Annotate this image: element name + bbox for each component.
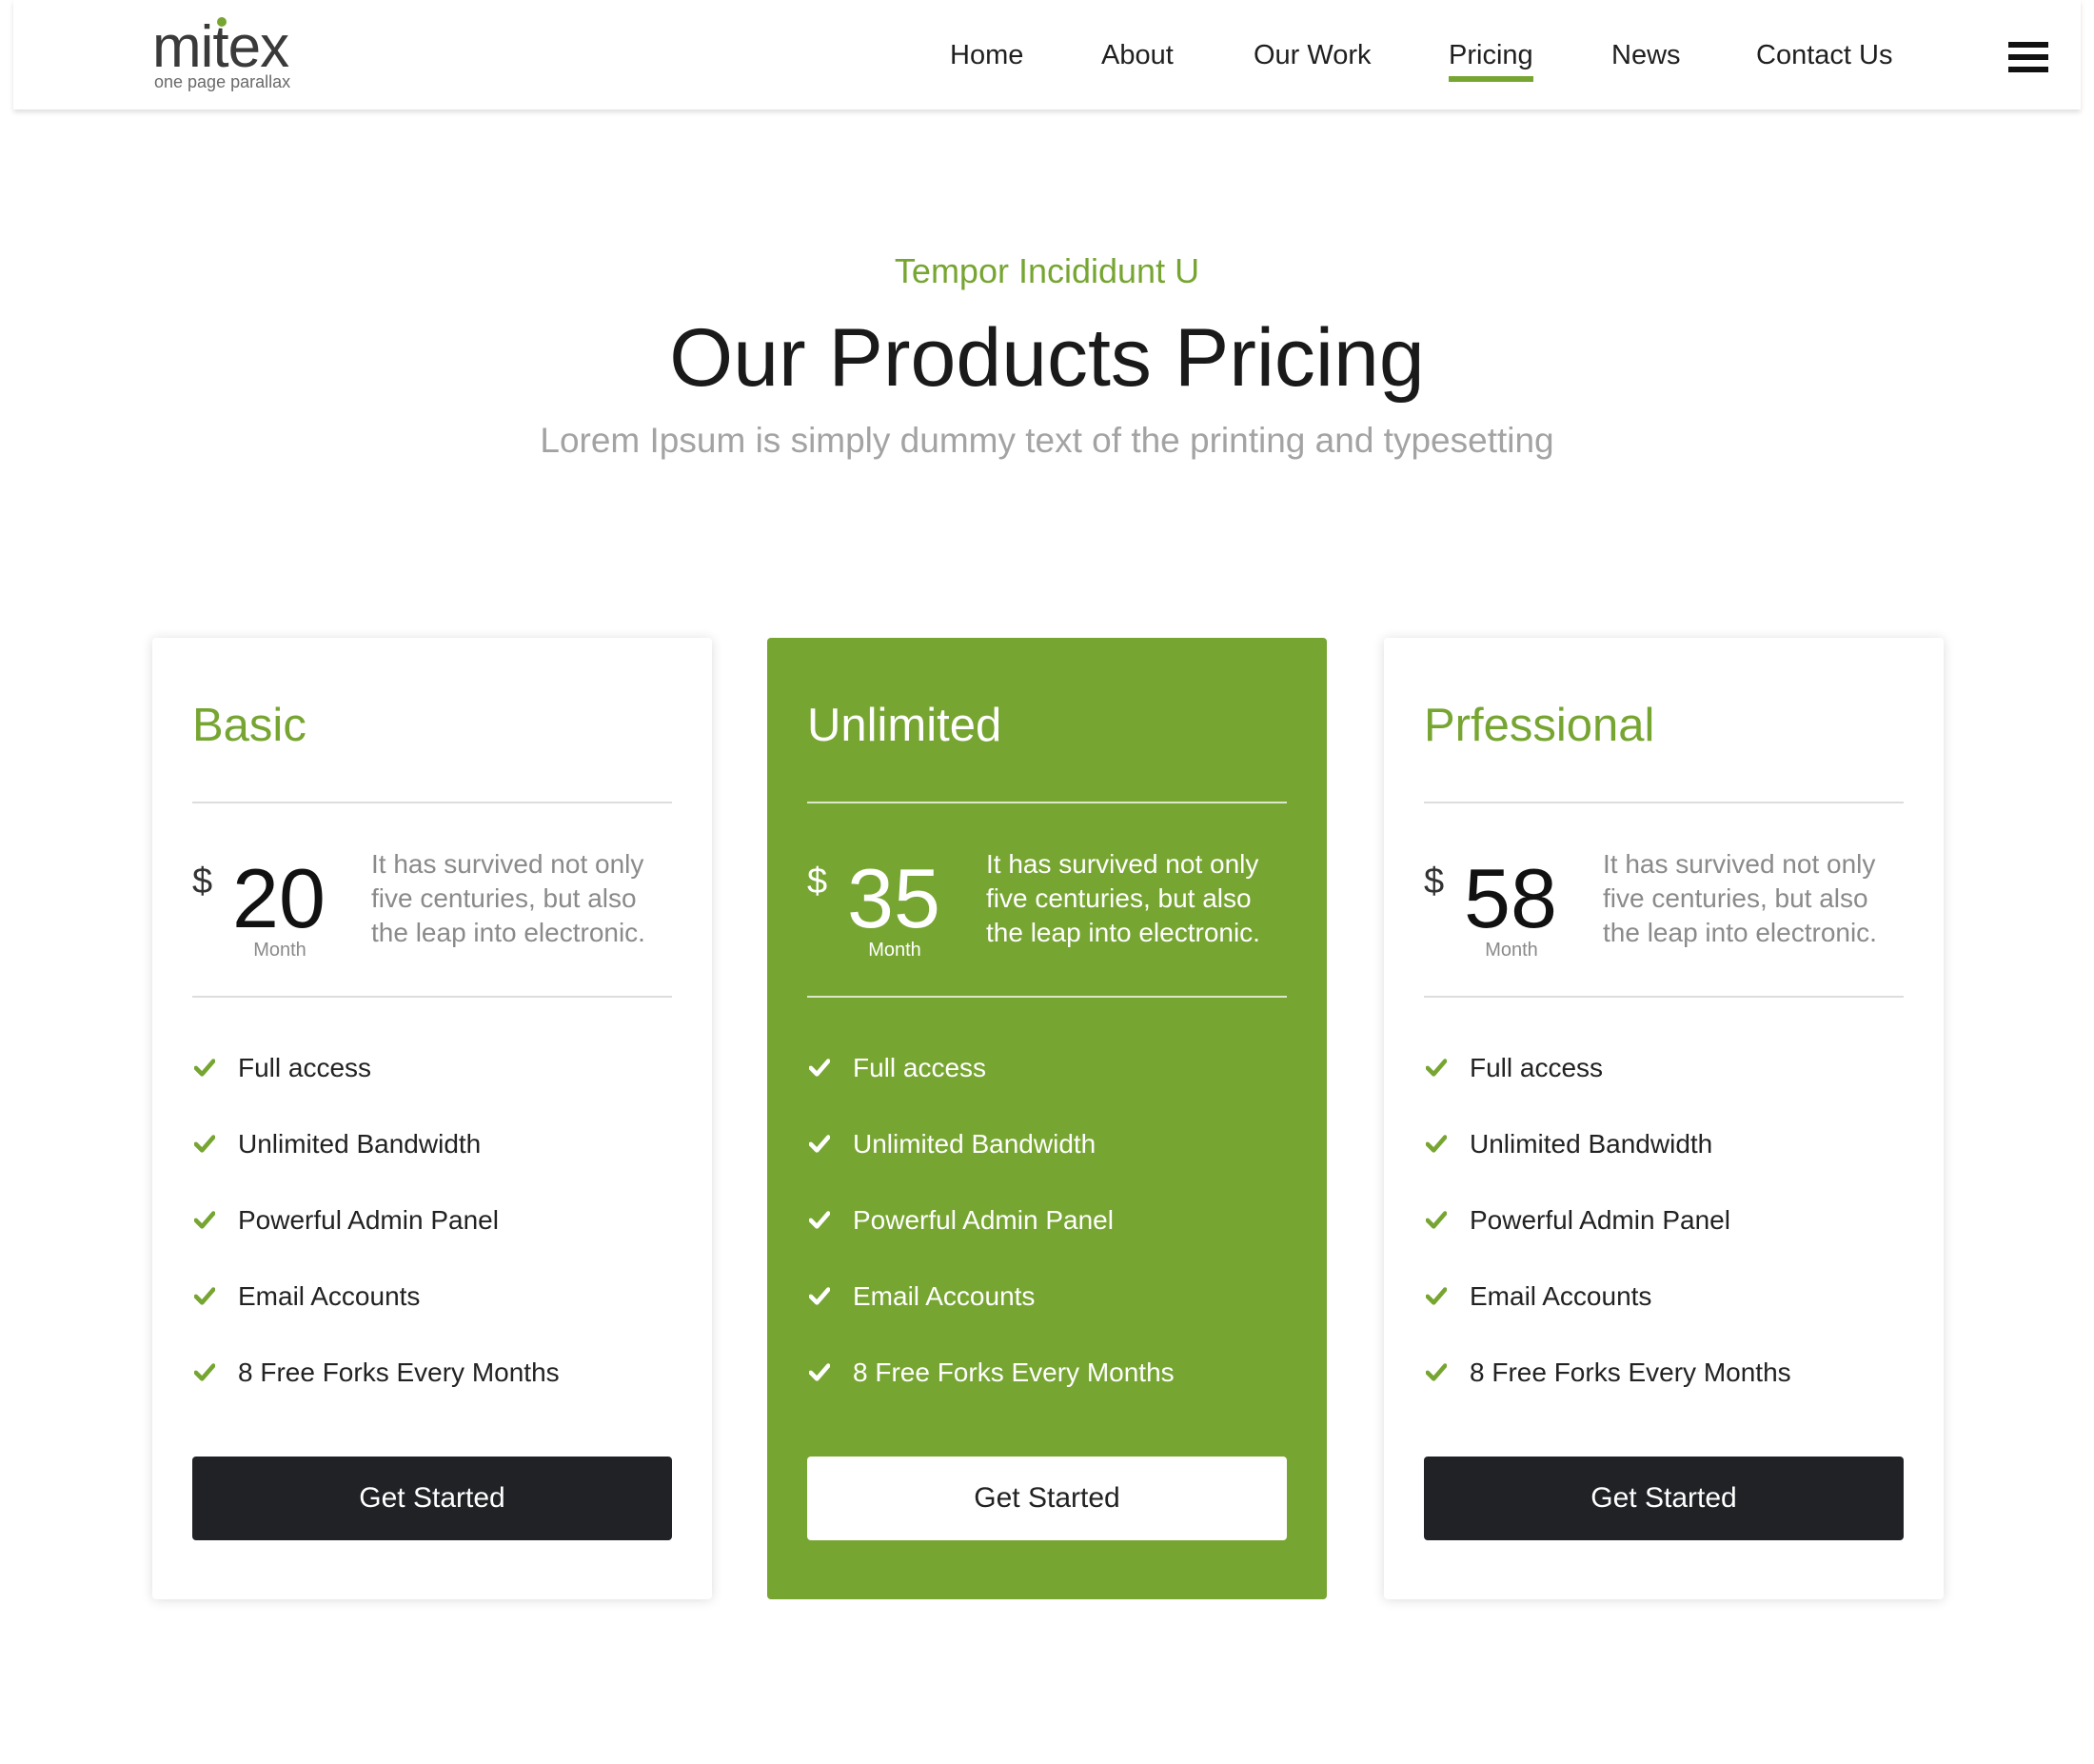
section-subtitle: Lorem Ipsum is simply dummy text of the … — [540, 421, 1554, 460]
check-icon — [1426, 1287, 1447, 1305]
feature-item: Email Accounts — [192, 1274, 560, 1350]
nav-pricing-label: Pricing — [1449, 40, 1533, 70]
divider — [1424, 996, 1904, 998]
check-icon — [194, 1287, 215, 1305]
feature-label: Full access — [1470, 1053, 1604, 1082]
feature-item: Unlimited Bandwidth — [192, 1121, 560, 1198]
price-currency: $ — [192, 862, 213, 902]
get-started-button[interactable]: Get Started — [807, 1457, 1287, 1540]
site-header: mitex one page parallax Home About Our W… — [13, 0, 2081, 109]
feature-label: Powerful Admin Panel — [238, 1205, 499, 1235]
plan-description: It has survived not only five centuries,… — [986, 849, 1260, 947]
feature-item: Powerful Admin Panel — [1424, 1198, 1791, 1274]
price-amount: 58 — [1464, 851, 1557, 945]
check-icon — [194, 1363, 215, 1381]
section-title: Our Products Pricing — [669, 312, 1425, 404]
feature-label: Powerful Admin Panel — [1470, 1205, 1730, 1235]
price-amount: 35 — [847, 851, 940, 945]
feature-label: Unlimited Bandwidth — [238, 1129, 482, 1159]
main-nav: Home About Our Work Pricing News Contact… — [13, 0, 2081, 109]
feature-label: 8 Free Forks Every Months — [853, 1358, 1175, 1387]
check-icon — [1426, 1135, 1447, 1153]
price-period: Month — [1485, 940, 1538, 961]
plan-name: Unlimited — [807, 700, 1002, 751]
check-icon — [809, 1211, 830, 1229]
plan-description: It has survived not only five centuries,… — [1603, 849, 1877, 947]
feature-label: Full access — [853, 1053, 987, 1082]
feature-item: Full access — [192, 1045, 560, 1121]
check-icon — [809, 1287, 830, 1305]
feature-label: Unlimited Bandwidth — [853, 1129, 1096, 1159]
feature-item: 8 Free Forks Every Months — [1424, 1350, 1791, 1426]
feature-label: Email Accounts — [238, 1281, 421, 1311]
pricing-card-unlimited: Unlimited $ 35 Month It has survived not… — [767, 638, 1327, 1599]
divider — [192, 996, 672, 998]
page: mitex one page parallax Home About Our W… — [0, 0, 2094, 1764]
pricing-section-header: Tempor Incididunt U Our Products Pricing… — [0, 248, 2094, 465]
feature-label: Full access — [238, 1053, 372, 1082]
pricing-card-professional: Prfessional $ 58 Month It has survived n… — [1384, 638, 1944, 1599]
plan-name: Basic — [192, 700, 306, 751]
get-started-button[interactable]: Get Started — [192, 1457, 672, 1540]
feature-item: Powerful Admin Panel — [807, 1198, 1175, 1274]
feature-item: 8 Free Forks Every Months — [807, 1350, 1175, 1426]
check-icon — [194, 1135, 215, 1153]
pricing-card-basic: Basic $ 20 Month It has survived not onl… — [152, 638, 712, 1599]
check-icon — [1426, 1211, 1447, 1229]
hamburger-bar — [2008, 67, 2048, 72]
price-amount: 20 — [232, 851, 326, 945]
nav-home[interactable]: Home — [950, 36, 1023, 74]
feature-label: Unlimited Bandwidth — [1470, 1129, 1713, 1159]
nav-active-underline — [1449, 76, 1533, 82]
feature-label: Powerful Admin Panel — [853, 1205, 1114, 1235]
feature-list: Full access Unlimited Bandwidth Powerful… — [1424, 1045, 1791, 1426]
feature-item: Powerful Admin Panel — [192, 1198, 560, 1274]
get-started-button[interactable]: Get Started — [1424, 1457, 1904, 1540]
feature-item: 8 Free Forks Every Months — [192, 1350, 560, 1426]
hamburger-bar — [2008, 42, 2048, 48]
feature-list: Full access Unlimited Bandwidth Powerful… — [192, 1045, 560, 1426]
feature-item: Email Accounts — [1424, 1274, 1791, 1350]
check-icon — [809, 1059, 830, 1077]
divider — [807, 802, 1287, 803]
divider — [807, 996, 1287, 998]
check-icon — [809, 1363, 830, 1381]
feature-label: Email Accounts — [1470, 1281, 1652, 1311]
price-period: Month — [253, 940, 306, 961]
feature-item: Full access — [807, 1045, 1175, 1121]
plan-description: It has survived not only five centuries,… — [371, 849, 645, 947]
price-period: Month — [868, 940, 921, 961]
nav-our-work[interactable]: Our Work — [1254, 36, 1372, 74]
nav-contact-us[interactable]: Contact Us — [1756, 36, 1892, 74]
check-icon — [1426, 1059, 1447, 1077]
feature-label: Email Accounts — [853, 1281, 1036, 1311]
feature-item: Unlimited Bandwidth — [1424, 1121, 1791, 1198]
nav-about[interactable]: About — [1101, 36, 1174, 74]
check-icon — [1426, 1363, 1447, 1381]
feature-label: 8 Free Forks Every Months — [238, 1358, 560, 1387]
feature-label: 8 Free Forks Every Months — [1470, 1358, 1791, 1387]
price-currency: $ — [807, 862, 828, 902]
check-icon — [194, 1059, 215, 1077]
plan-name: Prfessional — [1424, 700, 1655, 751]
divider — [192, 802, 672, 803]
feature-list: Full access Unlimited Bandwidth Powerful… — [807, 1045, 1175, 1426]
nav-pricing[interactable]: Pricing — [1449, 36, 1533, 82]
feature-item: Full access — [1424, 1045, 1791, 1121]
price-currency: $ — [1424, 862, 1445, 902]
check-icon — [809, 1135, 830, 1153]
section-eyebrow: Tempor Incididunt U — [894, 251, 1200, 290]
hamburger-icon[interactable] — [2008, 42, 2048, 72]
feature-item: Unlimited Bandwidth — [807, 1121, 1175, 1198]
hamburger-bar — [2008, 54, 2048, 60]
feature-item: Email Accounts — [807, 1274, 1175, 1350]
check-icon — [194, 1211, 215, 1229]
nav-news[interactable]: News — [1611, 36, 1681, 74]
divider — [1424, 802, 1904, 803]
